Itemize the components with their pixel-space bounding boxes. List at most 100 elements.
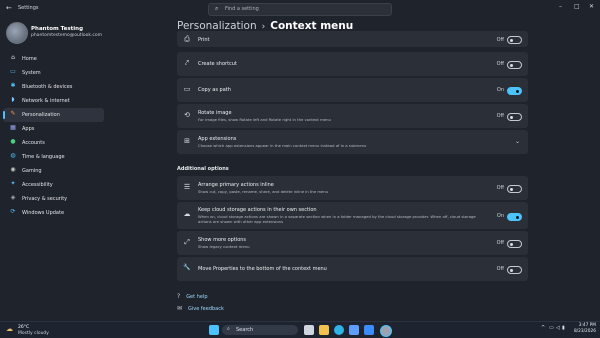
toggle-knob (510, 242, 513, 246)
taskbar-search[interactable]: ⌕ Search (222, 325, 298, 335)
toggle-state-label: Off (496, 240, 504, 246)
sidebar-item-label: Privacy & security (22, 196, 68, 202)
setting-title: Print (198, 37, 210, 43)
search-icon: ⌕ (215, 5, 219, 12)
close-button[interactable]: ✕ (589, 3, 594, 10)
toggle-knob (510, 63, 513, 67)
setting-create-shortcut[interactable]: ⤤ Create shortcut Off (177, 52, 528, 76)
sidebar-item-time-language[interactable]: ◍ Time & language (3, 150, 104, 164)
shortcut-icon: ⤤ (185, 59, 189, 67)
chevron-down-icon[interactable]: ⌄ (515, 138, 520, 145)
mail-icon[interactable] (364, 325, 374, 335)
sidebar-item-label: Personalization (22, 112, 60, 118)
toggle-knob (516, 215, 519, 219)
system-icon: ▭ (10, 68, 16, 75)
setting-show-more-options[interactable]: ⤢ Show more options Show legacy context … (177, 231, 528, 255)
store-icon[interactable] (349, 325, 359, 335)
setting-title: Create shortcut (198, 61, 237, 67)
sidebar-item-bluetooth-devices[interactable]: ✱ Bluetooth & devices (3, 80, 104, 94)
start-button[interactable] (209, 325, 219, 335)
toggle-knob (510, 268, 513, 272)
toggle-knob (510, 115, 513, 119)
shield-icon: ◈ (10, 194, 16, 201)
print-toggle[interactable] (507, 36, 522, 44)
sidebar-item-label: Apps (22, 126, 35, 132)
sidebar-nav: ⌂ Home ▭ System ✱ Bluetooth & devices ◗ Network… (3, 52, 104, 220)
edge-icon[interactable] (334, 325, 344, 335)
get-help-link[interactable]: ? Get help (177, 293, 208, 300)
setting-cloud-storage[interactable]: ☁ Keep cloud storage actions in their ow… (177, 202, 528, 229)
avatar (6, 22, 28, 44)
tray-overflow-chevron-icon[interactable]: ^ (541, 325, 545, 331)
weather-temp: 26°C (18, 325, 30, 330)
toggle-knob (510, 38, 513, 42)
back-arrow-icon[interactable]: ← (6, 4, 12, 12)
cloud-storage-toggle[interactable] (507, 213, 522, 221)
update-icon: ⟳ (10, 208, 16, 215)
search-icon: ⌕ (227, 326, 230, 332)
setting-move-properties[interactable]: 🔧 Move Properties to the bottom of the c… (177, 257, 528, 281)
arrange-icon: ☰ (183, 183, 191, 191)
setting-title: App extensions (198, 136, 237, 142)
wrench-icon: 🔧 (183, 264, 191, 271)
taskbar-search-label: Search (236, 327, 254, 333)
sidebar-item-personalization[interactable]: ✎ Personalization (3, 108, 104, 122)
file-explorer-icon[interactable] (319, 325, 329, 335)
sidebar-item-label: Home (22, 56, 37, 62)
system-clock[interactable]: 3:47 PM 8/23/2026 (568, 323, 596, 335)
battery-icon[interactable]: ▮ (562, 325, 565, 331)
rotate-image-toggle[interactable] (507, 113, 522, 121)
toggle-state-label: Off (496, 37, 504, 43)
create-shortcut-toggle[interactable] (507, 61, 522, 69)
setting-title: Copy as path (198, 87, 231, 93)
network-icon[interactable]: ▭ (549, 325, 554, 331)
move-properties-toggle[interactable] (507, 266, 522, 274)
sidebar-item-accounts[interactable]: ● Accounts (3, 136, 104, 150)
sidebar-item-windows-update[interactable]: ⟳ Windows Update (3, 206, 104, 220)
find-setting-search[interactable]: ⌕ Find a setting (208, 3, 392, 16)
toggle-state-label: Off (496, 61, 504, 67)
sidebar-item-label: Network & internet (22, 98, 70, 104)
volume-icon[interactable]: ◁ (556, 325, 560, 331)
give-feedback-label: Give feedback (188, 306, 224, 312)
minimize-button[interactable]: – (559, 3, 562, 10)
setting-description-line2: actions are shown with other app extensi… (198, 219, 284, 224)
show-more-options-toggle[interactable] (507, 240, 522, 248)
setting-title: Arrange primary actions inline (198, 182, 274, 188)
sidebar-item-label: Bluetooth & devices (22, 84, 73, 90)
sidebar-item-accessibility[interactable]: ✦ Accessibility (3, 178, 104, 192)
setting-arrange-primary[interactable]: ☰ Arrange primary actions inline Show cu… (177, 176, 528, 200)
sidebar-item-privacy-security[interactable]: ◈ Privacy & security (3, 192, 104, 206)
sidebar-item-label: Time & language (22, 154, 65, 160)
toggle-knob (516, 89, 519, 93)
copy-as-path-toggle[interactable] (507, 87, 522, 95)
setting-copy-as-path[interactable]: ▭ Copy as path On (177, 78, 528, 102)
get-help-label: Get help (186, 294, 208, 300)
setting-rotate-image[interactable]: ⟲ Rotate image For image files, show Rot… (177, 104, 528, 128)
maximize-button[interactable]: □ (574, 3, 580, 10)
setting-description: For image files, show Rotate left and Ro… (198, 117, 331, 122)
profile-name: Phantom Testing (31, 26, 84, 32)
toggle-knob (510, 187, 513, 191)
sidebar-item-apps[interactable]: ▦ Apps (3, 122, 104, 136)
setting-app-extensions[interactable]: ⊞ App extensions Choose which app extens… (177, 130, 528, 154)
home-icon: ⌂ (11, 54, 15, 61)
sidebar-item-gaming[interactable]: ◉ Gaming (3, 164, 104, 178)
sidebar-item-network-internet[interactable]: ◗ Network & internet (3, 94, 104, 108)
task-view-icon[interactable] (304, 325, 314, 335)
rotate-icon: ⟲ (184, 111, 190, 119)
sidebar-item-label: System (22, 70, 41, 76)
setting-description: Choose which app extensions appear in th… (198, 143, 367, 148)
setting-print[interactable]: ⎙ Print Off (177, 31, 528, 47)
feedback-icon: ✉ (177, 305, 183, 312)
sidebar-item-home[interactable]: ⌂ Home (3, 52, 104, 66)
toggle-state-label: Off (496, 185, 504, 191)
arrange-primary-toggle[interactable] (507, 185, 522, 193)
weather-condition: Mostly cloudy (18, 331, 49, 336)
give-feedback-link[interactable]: ✉ Give feedback (177, 305, 224, 312)
toggle-state-label: On (496, 213, 504, 219)
settings-taskbar-icon[interactable] (380, 325, 392, 337)
sidebar-item-system[interactable]: ▭ System (3, 66, 104, 80)
brush-icon: ✎ (10, 110, 16, 117)
sidebar-item-label: Gaming (22, 168, 42, 174)
